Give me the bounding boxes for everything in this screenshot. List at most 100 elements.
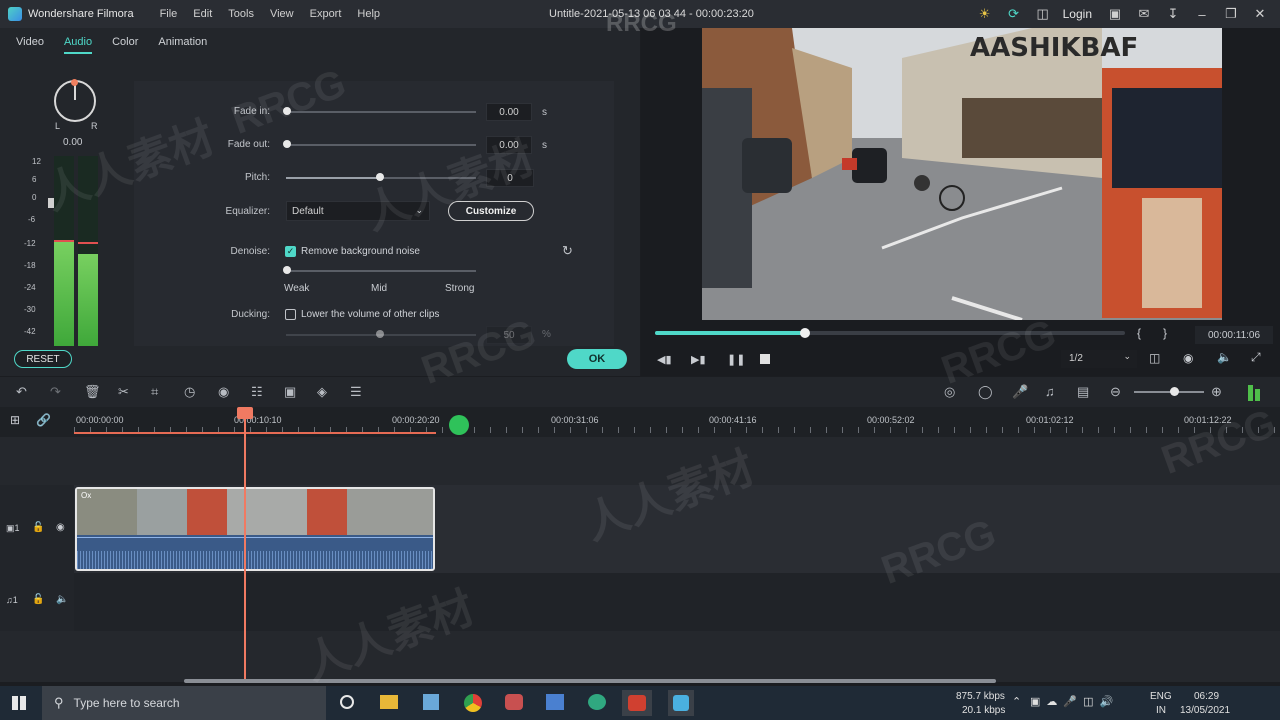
login-button[interactable]: Login bbox=[1063, 7, 1092, 21]
fade-out-input[interactable]: 0.00 bbox=[486, 136, 532, 154]
tab-audio[interactable]: Audio bbox=[63, 36, 93, 54]
file-explorer-icon[interactable] bbox=[380, 695, 398, 709]
filmora-taskbar-icon[interactable] bbox=[622, 690, 652, 716]
volume-icon[interactable]: 🔈 bbox=[1217, 350, 1232, 364]
language[interactable]: ENG bbox=[1150, 691, 1172, 702]
video-clip[interactable]: Ox bbox=[75, 487, 435, 571]
support-headset-icon[interactable]: ⟳ bbox=[1004, 4, 1024, 24]
redo-icon[interactable]: ↷ bbox=[50, 384, 61, 400]
subtitle-icon[interactable]: ▤ bbox=[1077, 384, 1089, 400]
bulb-icon[interactable]: ☀ bbox=[975, 4, 995, 24]
speed-icon[interactable]: ◷ bbox=[184, 384, 195, 400]
denoise-slider[interactable] bbox=[283, 266, 291, 274]
playback-progress[interactable] bbox=[655, 328, 1125, 338]
tab-animation[interactable]: Animation bbox=[158, 36, 207, 54]
pan-knob[interactable] bbox=[54, 79, 96, 122]
fullscreen-icon[interactable]: ⤢ bbox=[1251, 350, 1261, 365]
green-screen-icon[interactable]: ☷ bbox=[251, 384, 263, 400]
taskbar-search[interactable]: ⚲ Type here to search bbox=[42, 686, 326, 720]
pause-icon[interactable]: ❚❚ bbox=[727, 353, 745, 366]
marker-icon[interactable]: ◯ bbox=[978, 384, 993, 400]
store-icon[interactable]: ◫ bbox=[1033, 4, 1053, 24]
mark-in-bracket[interactable]: { bbox=[1137, 326, 1141, 340]
ducking-input[interactable]: 50 bbox=[486, 326, 532, 344]
zoom-select[interactable]: 1/2 ⌄ bbox=[1061, 350, 1137, 368]
close-icon[interactable]: ✕ bbox=[1250, 4, 1270, 24]
filmora-logo-icon bbox=[8, 7, 22, 21]
zoom-out-icon[interactable]: ⊖ bbox=[1110, 384, 1121, 400]
menu-help[interactable]: Help bbox=[357, 8, 380, 20]
clock-date[interactable]: 13/05/2021 bbox=[1180, 705, 1230, 716]
ok-button[interactable]: OK bbox=[567, 349, 627, 369]
stabilize-icon[interactable]: ▣ bbox=[284, 384, 296, 400]
equalizer-select[interactable]: Default ⌄ bbox=[286, 201, 430, 221]
preview-timecode: 00:00:11:06 bbox=[1195, 326, 1273, 344]
windows-start-icon[interactable] bbox=[12, 696, 26, 710]
playhead-knob[interactable] bbox=[800, 328, 811, 338]
menu-view[interactable]: View bbox=[270, 8, 294, 20]
color-palette-icon[interactable]: ◉ bbox=[218, 384, 229, 400]
render-icon[interactable]: ◎ bbox=[944, 384, 955, 400]
cortana-icon[interactable] bbox=[340, 695, 354, 709]
eye-icon[interactable]: ◉ bbox=[56, 522, 65, 533]
step-back-icon[interactable]: ◀▮ bbox=[657, 353, 672, 366]
stop-icon[interactable] bbox=[760, 354, 770, 364]
crop-icon[interactable]: ⌗ bbox=[151, 384, 158, 400]
timeline-zoom-slider[interactable] bbox=[1134, 387, 1204, 396]
undo-icon[interactable]: ↶ bbox=[16, 384, 27, 400]
mail-icon[interactable]: ✉ bbox=[1134, 4, 1154, 24]
lock-icon[interactable]: 🔓 bbox=[32, 594, 44, 605]
pan-left-label: L bbox=[55, 121, 61, 131]
fade-in-input[interactable]: 0.00 bbox=[486, 103, 532, 121]
pitch-input[interactable]: 0 bbox=[486, 169, 534, 187]
app-icon[interactable] bbox=[668, 690, 694, 716]
menu-file[interactable]: File bbox=[160, 8, 178, 20]
audio-adjust-icon[interactable]: ☰ bbox=[350, 384, 362, 400]
keyframe-icon[interactable]: ◈ bbox=[317, 384, 327, 400]
mark-out-bracket[interactable]: } bbox=[1163, 326, 1167, 340]
menu-tools[interactable]: Tools bbox=[228, 8, 254, 20]
restore-icon[interactable]: ❐ bbox=[1221, 4, 1241, 24]
fade-out-slider[interactable] bbox=[283, 140, 291, 148]
speaker-icon[interactable]: 🔈 bbox=[56, 594, 68, 605]
reset-button[interactable]: RESET bbox=[14, 350, 72, 368]
mixer-icon[interactable]: ♫ bbox=[1045, 384, 1055, 399]
menu-edit[interactable]: Edit bbox=[193, 8, 212, 20]
fade-in-slider[interactable] bbox=[283, 107, 291, 115]
playhead-line[interactable] bbox=[244, 407, 246, 682]
monitor-icon[interactable]: ◫ bbox=[1149, 351, 1160, 365]
zoom-in-icon[interactable]: ⊕ bbox=[1211, 384, 1222, 400]
tray-icons[interactable]: ▣☁🎤◫🔊 bbox=[1030, 695, 1119, 708]
menu-export[interactable]: Export bbox=[310, 8, 342, 20]
ducking-checkbox[interactable] bbox=[285, 309, 296, 320]
add-track-icon[interactable]: ⊞ bbox=[10, 413, 20, 427]
snapshot-camera-icon[interactable]: ◉ bbox=[1183, 351, 1193, 365]
app-icon[interactable] bbox=[423, 694, 439, 710]
denoise-checkbox[interactable]: ✓ bbox=[285, 246, 296, 257]
timeline-scrollbar[interactable] bbox=[184, 679, 996, 683]
customize-button[interactable]: Customize bbox=[448, 201, 534, 221]
tray-chevron-icon[interactable]: ⌃ bbox=[1012, 695, 1021, 708]
pitch-slider[interactable] bbox=[376, 173, 384, 181]
ducking-slider[interactable] bbox=[376, 330, 384, 338]
app-icon[interactable] bbox=[588, 694, 606, 710]
tab-color[interactable]: Color bbox=[112, 36, 138, 54]
chrome-icon[interactable] bbox=[464, 694, 482, 712]
save-icon[interactable]: ▣ bbox=[1105, 4, 1125, 24]
app-icon[interactable] bbox=[505, 694, 523, 710]
audio-editor-panel: Video Audio Color Animation L R 0.00 12 … bbox=[0, 28, 640, 376]
tab-video[interactable]: Video bbox=[16, 36, 44, 54]
app-icon[interactable] bbox=[546, 694, 564, 710]
playhead-handle[interactable] bbox=[237, 407, 253, 419]
reset-denoise-icon[interactable]: ↻ bbox=[562, 243, 573, 259]
lock-icon[interactable]: 🔓 bbox=[32, 522, 44, 533]
minimize-icon[interactable]: – bbox=[1192, 4, 1212, 24]
play-icon[interactable]: ▶▮ bbox=[691, 353, 706, 366]
link-icon[interactable]: 🔗 bbox=[36, 413, 51, 427]
cut-icon[interactable]: ✂ bbox=[118, 384, 129, 400]
timeline-ruler[interactable]: ⊞ 🔗 00:00:00:00 00:00:10:10 00:00:20:20 … bbox=[0, 407, 1280, 437]
delete-icon[interactable]: 🗑 bbox=[84, 384, 101, 400]
download-icon[interactable]: ↧ bbox=[1163, 4, 1183, 24]
microphone-icon[interactable]: 🎤 bbox=[1012, 384, 1028, 400]
clock-time[interactable]: 06:29 bbox=[1194, 691, 1219, 702]
